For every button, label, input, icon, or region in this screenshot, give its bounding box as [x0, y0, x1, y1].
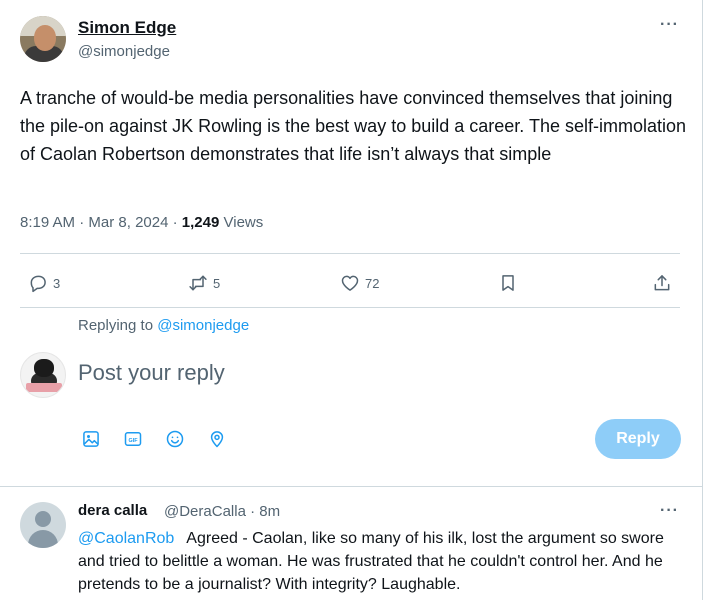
- author-name[interactable]: Simon Edge: [78, 18, 176, 38]
- comment-mention-link[interactable]: @CaolanRob: [78, 530, 174, 547]
- commenter-avatar[interactable]: [20, 502, 66, 548]
- commenter-handle[interactable]: @DeraCalla: [164, 503, 246, 520]
- post-thread: Simon Edge @simonjedge ··· A tranche of …: [0, 0, 703, 600]
- comment-more-options-icon[interactable]: ···: [660, 502, 679, 520]
- comment-text: @CaolanRob Agreed - Caolan, like so many …: [78, 527, 688, 596]
- image-icon[interactable]: [80, 428, 102, 450]
- reply-button[interactable]: Reply: [595, 419, 681, 459]
- author-handle[interactable]: @simonjedge: [78, 43, 170, 60]
- tweet-date[interactable]: Mar 8, 2024: [88, 214, 168, 231]
- share-icon: [652, 273, 672, 293]
- bookmark-icon: [498, 273, 518, 293]
- reply-action[interactable]: 3: [28, 270, 60, 296]
- reply-icon: [28, 273, 48, 293]
- reply-count: 3: [53, 275, 61, 291]
- replying-to: Replying to @simonjedge: [78, 317, 249, 334]
- tweet-time[interactable]: 8:19 AM: [20, 214, 75, 231]
- tweet-text: A tranche of would-be media personalitie…: [20, 88, 687, 164]
- user-avatar[interactable]: [20, 352, 66, 398]
- bookmark-action[interactable]: [498, 270, 518, 296]
- retweet-count: 5: [213, 275, 221, 291]
- share-action[interactable]: [652, 270, 672, 296]
- emoji-icon[interactable]: [164, 428, 186, 450]
- replying-prefix: Replying to: [78, 317, 154, 334]
- gif-icon[interactable]: GIF: [122, 428, 144, 450]
- commenter-name[interactable]: dera calla: [78, 502, 147, 519]
- svg-text:GIF: GIF: [128, 438, 138, 444]
- comment-time[interactable]: 8m: [259, 503, 280, 520]
- retweet-action[interactable]: 5: [188, 270, 220, 296]
- like-icon: [340, 273, 360, 293]
- views-label: Views: [223, 214, 264, 231]
- retweet-icon: [188, 273, 208, 293]
- like-count: 72: [365, 275, 380, 291]
- divider: [20, 307, 680, 308]
- replying-handle-link[interactable]: @simonjedge: [157, 317, 249, 334]
- author-avatar[interactable]: [20, 16, 66, 62]
- tweet-meta: 8:19 AM · Mar 8, 2024 · 1,249 Views: [20, 214, 264, 231]
- comment-meta: @DeraCalla · 8m: [164, 503, 281, 520]
- divider: [0, 486, 703, 487]
- location-icon[interactable]: [206, 428, 228, 450]
- more-options-icon[interactable]: ···: [660, 16, 679, 34]
- reply-input[interactable]: Post your reply: [78, 360, 225, 386]
- like-action[interactable]: 72: [340, 270, 379, 296]
- divider: [20, 253, 680, 254]
- views-count: 1,249: [181, 214, 220, 231]
